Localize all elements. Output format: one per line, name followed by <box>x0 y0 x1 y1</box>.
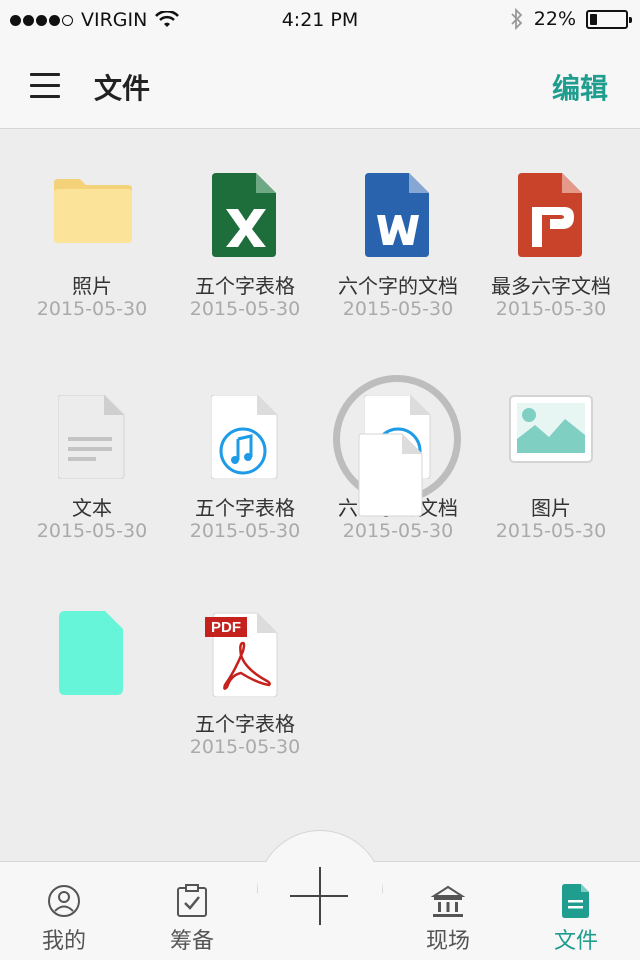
file-item[interactable]: 五个字表格 2015-05-30 <box>169 130 321 330</box>
file-date: 2015-05-30 <box>189 520 301 542</box>
excel-icon <box>212 173 276 257</box>
folder-icon <box>54 179 132 243</box>
battery-icon <box>586 9 632 29</box>
status-bar: VIRGIN 4:21 PM 22% <box>0 0 640 40</box>
file-icon <box>562 884 589 918</box>
file-date: 2015-05-30 <box>36 520 148 542</box>
plus-icon-vertical <box>319 867 321 925</box>
tab-files[interactable]: 文件 <box>512 862 640 960</box>
tab-label: 现场 <box>425 929 470 954</box>
menu-icon[interactable] <box>30 73 62 99</box>
word-icon <box>365 173 429 257</box>
file-name: 六个字的文档 <box>338 274 458 298</box>
file-name: 五个字表格 <box>195 496 295 520</box>
file-date: 2015-05-30 <box>342 298 454 320</box>
tab-label: 筹备 <box>169 929 214 954</box>
file-date: 2015-05-30 <box>342 520 454 542</box>
bank-icon <box>431 885 465 917</box>
tab-label: 我的 <box>41 929 86 954</box>
file-item[interactable]: 文本 2015-05-30 <box>16 352 168 552</box>
file-date: 2015-05-30 <box>189 736 301 758</box>
add-button[interactable] <box>290 867 350 927</box>
pdf-icon: PDF <box>205 612 278 697</box>
file-item[interactable]: 照片 2015-05-30 <box>16 130 168 330</box>
file-name: 最多六字文档 <box>491 274 611 298</box>
file-date: 2015-05-30 <box>495 298 607 320</box>
tab-prepare[interactable]: 筹备 <box>128 862 256 960</box>
file-item[interactable]: 六个字的文档 2015-05-30 <box>322 130 474 330</box>
edit-button[interactable]: 编辑 <box>552 67 608 107</box>
clipboard-check-icon <box>177 884 207 917</box>
powerpoint-icon <box>518 173 582 257</box>
text-file-icon <box>58 395 125 479</box>
bluetooth-icon <box>511 8 523 30</box>
file-name: 五个字表格 <box>195 274 295 298</box>
status-right: 22% <box>510 8 632 30</box>
battery-percent: 22% <box>533 8 576 30</box>
file-name: 文本 <box>72 496 112 520</box>
tab-onsite[interactable]: 现场 <box>384 862 512 960</box>
file-name: 五个字表格 <box>195 712 295 736</box>
file-item[interactable]: PDF 五个字表格 2015-05-30 <box>169 568 321 768</box>
tab-label: 文件 <box>553 929 598 954</box>
nav-bar: 文件 编辑 <box>0 40 640 129</box>
file-name: 照片 <box>72 274 112 298</box>
file-date: 2015-05-30 <box>495 520 607 542</box>
file-item[interactable] <box>16 568 168 768</box>
file-name: 图片 <box>531 496 571 520</box>
tab-mine[interactable]: 我的 <box>0 862 128 960</box>
image-file-icon <box>509 395 593 463</box>
file-item[interactable]: 五个字表格 2015-05-30 <box>169 352 321 552</box>
pdf-badge-label: PDF <box>211 619 241 636</box>
dragged-file-icon[interactable] <box>358 433 424 517</box>
user-icon <box>48 885 80 917</box>
file-date: 2015-05-30 <box>36 298 148 320</box>
file-item[interactable]: 图片 2015-05-30 <box>475 352 627 552</box>
file-item[interactable]: 最多六字文档 2015-05-30 <box>475 130 627 330</box>
page-title: 文件 <box>94 72 151 105</box>
blank-file-icon <box>59 611 123 695</box>
music-file-icon <box>211 395 278 479</box>
file-date: 2015-05-30 <box>189 298 301 320</box>
